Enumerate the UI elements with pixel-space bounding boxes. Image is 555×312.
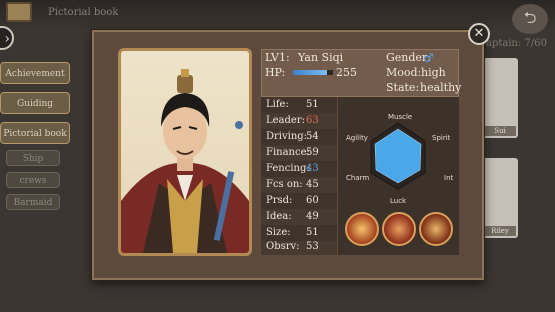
sidebar-item-ship[interactable]: Ship [6,150,60,166]
captain-count: aptain: 7/60 [486,38,547,49]
book-icon [6,2,32,22]
stat-value: 63 [306,115,319,126]
stat-row: Fcs on: 45 [261,177,337,193]
state-label: State: [386,81,420,94]
portrait-illustration [121,69,249,253]
stat-row: Fencing: 43 [261,161,337,177]
character-name: Yan Siqi [298,51,344,64]
sidebar-item-achievement[interactable]: Achievement [0,62,70,84]
stat-row: Prsd: 60 [261,193,337,209]
hp-bar-fill [293,70,327,75]
stat-value: 49 [306,211,319,222]
hp-label: HP: [265,66,286,79]
stat-label: Finance: [266,147,310,158]
crew-card-name: Riley [484,226,516,236]
back-arrow-button[interactable]: › [0,26,14,50]
stat-row: Leader: 63 [261,113,337,129]
radar-label-luck: Luck [390,197,407,205]
state-value: healthy [420,81,462,94]
crew-card[interactable]: Riley [482,158,518,238]
stat-value: 51 [306,227,319,238]
stat-row: Idea: 49 [261,209,337,225]
stat-label: Driving: [266,131,308,142]
stat-row: Life: 51 [261,97,337,113]
fire-slash-skill-icon[interactable] [345,212,379,246]
stat-label: Life: [266,99,289,110]
stat-value: 54 [306,131,319,142]
flame-fist-skill-icon[interactable] [382,212,416,246]
return-icon[interactable]: ⮌ [512,4,548,34]
close-button[interactable]: ✕ [468,23,490,45]
stat-value: 53 [306,241,319,252]
stat-value: 45 [306,179,319,190]
stat-row: Finance: 59 [261,145,337,161]
stat-value: 43 [306,163,319,174]
stat-label: Size: [266,227,291,238]
stat-label: Fencing: [266,163,310,174]
stats-table: Life: 51 Leader: 63 Driving: 54 Finance: 59 … [261,97,337,255]
hp-bar [293,70,333,75]
stat-label: Fcs on: [266,179,303,190]
mood-value: high [421,66,446,79]
sidebar-item-pictorial-book[interactable]: Pictorial book [0,122,70,144]
sidebar-item-guiding[interactable]: Guiding [0,92,70,114]
mood-label: Mood: [386,66,422,79]
page-title: Pictorial book [48,7,119,18]
stat-label: Leader: [266,115,305,126]
character-portrait [118,48,252,256]
radar-label-muscle: Muscle [388,113,413,121]
crew-card-name: Sui [484,126,516,136]
stat-label: Obsrv: [266,241,300,252]
stat-label: Idea: [266,211,292,222]
hp-value: 255 [336,66,357,79]
radar-label-charm: Charm [346,174,370,182]
crew-card[interactable]: Sui [482,58,518,138]
radar-label-agility: Agility [346,134,368,142]
stat-row: Obsrv: 53 [261,239,337,255]
stat-value: 59 [306,147,319,158]
stat-row: Driving: 54 [261,129,337,145]
stat-value: 60 [306,195,319,206]
stat-label: Prsd: [266,195,293,206]
radar-label-spirit: Spirit [432,134,451,142]
rising-flame-skill-icon[interactable] [419,212,453,246]
sidebar-item-barmaid[interactable]: Barmaid [6,194,60,210]
male-gender-icon: ♂ [423,51,434,65]
radar-label-int: Int [444,174,454,182]
stat-value: 51 [306,99,319,110]
sidebar-item-crews[interactable]: crews [6,172,60,188]
level-label: LV1: [265,51,290,64]
